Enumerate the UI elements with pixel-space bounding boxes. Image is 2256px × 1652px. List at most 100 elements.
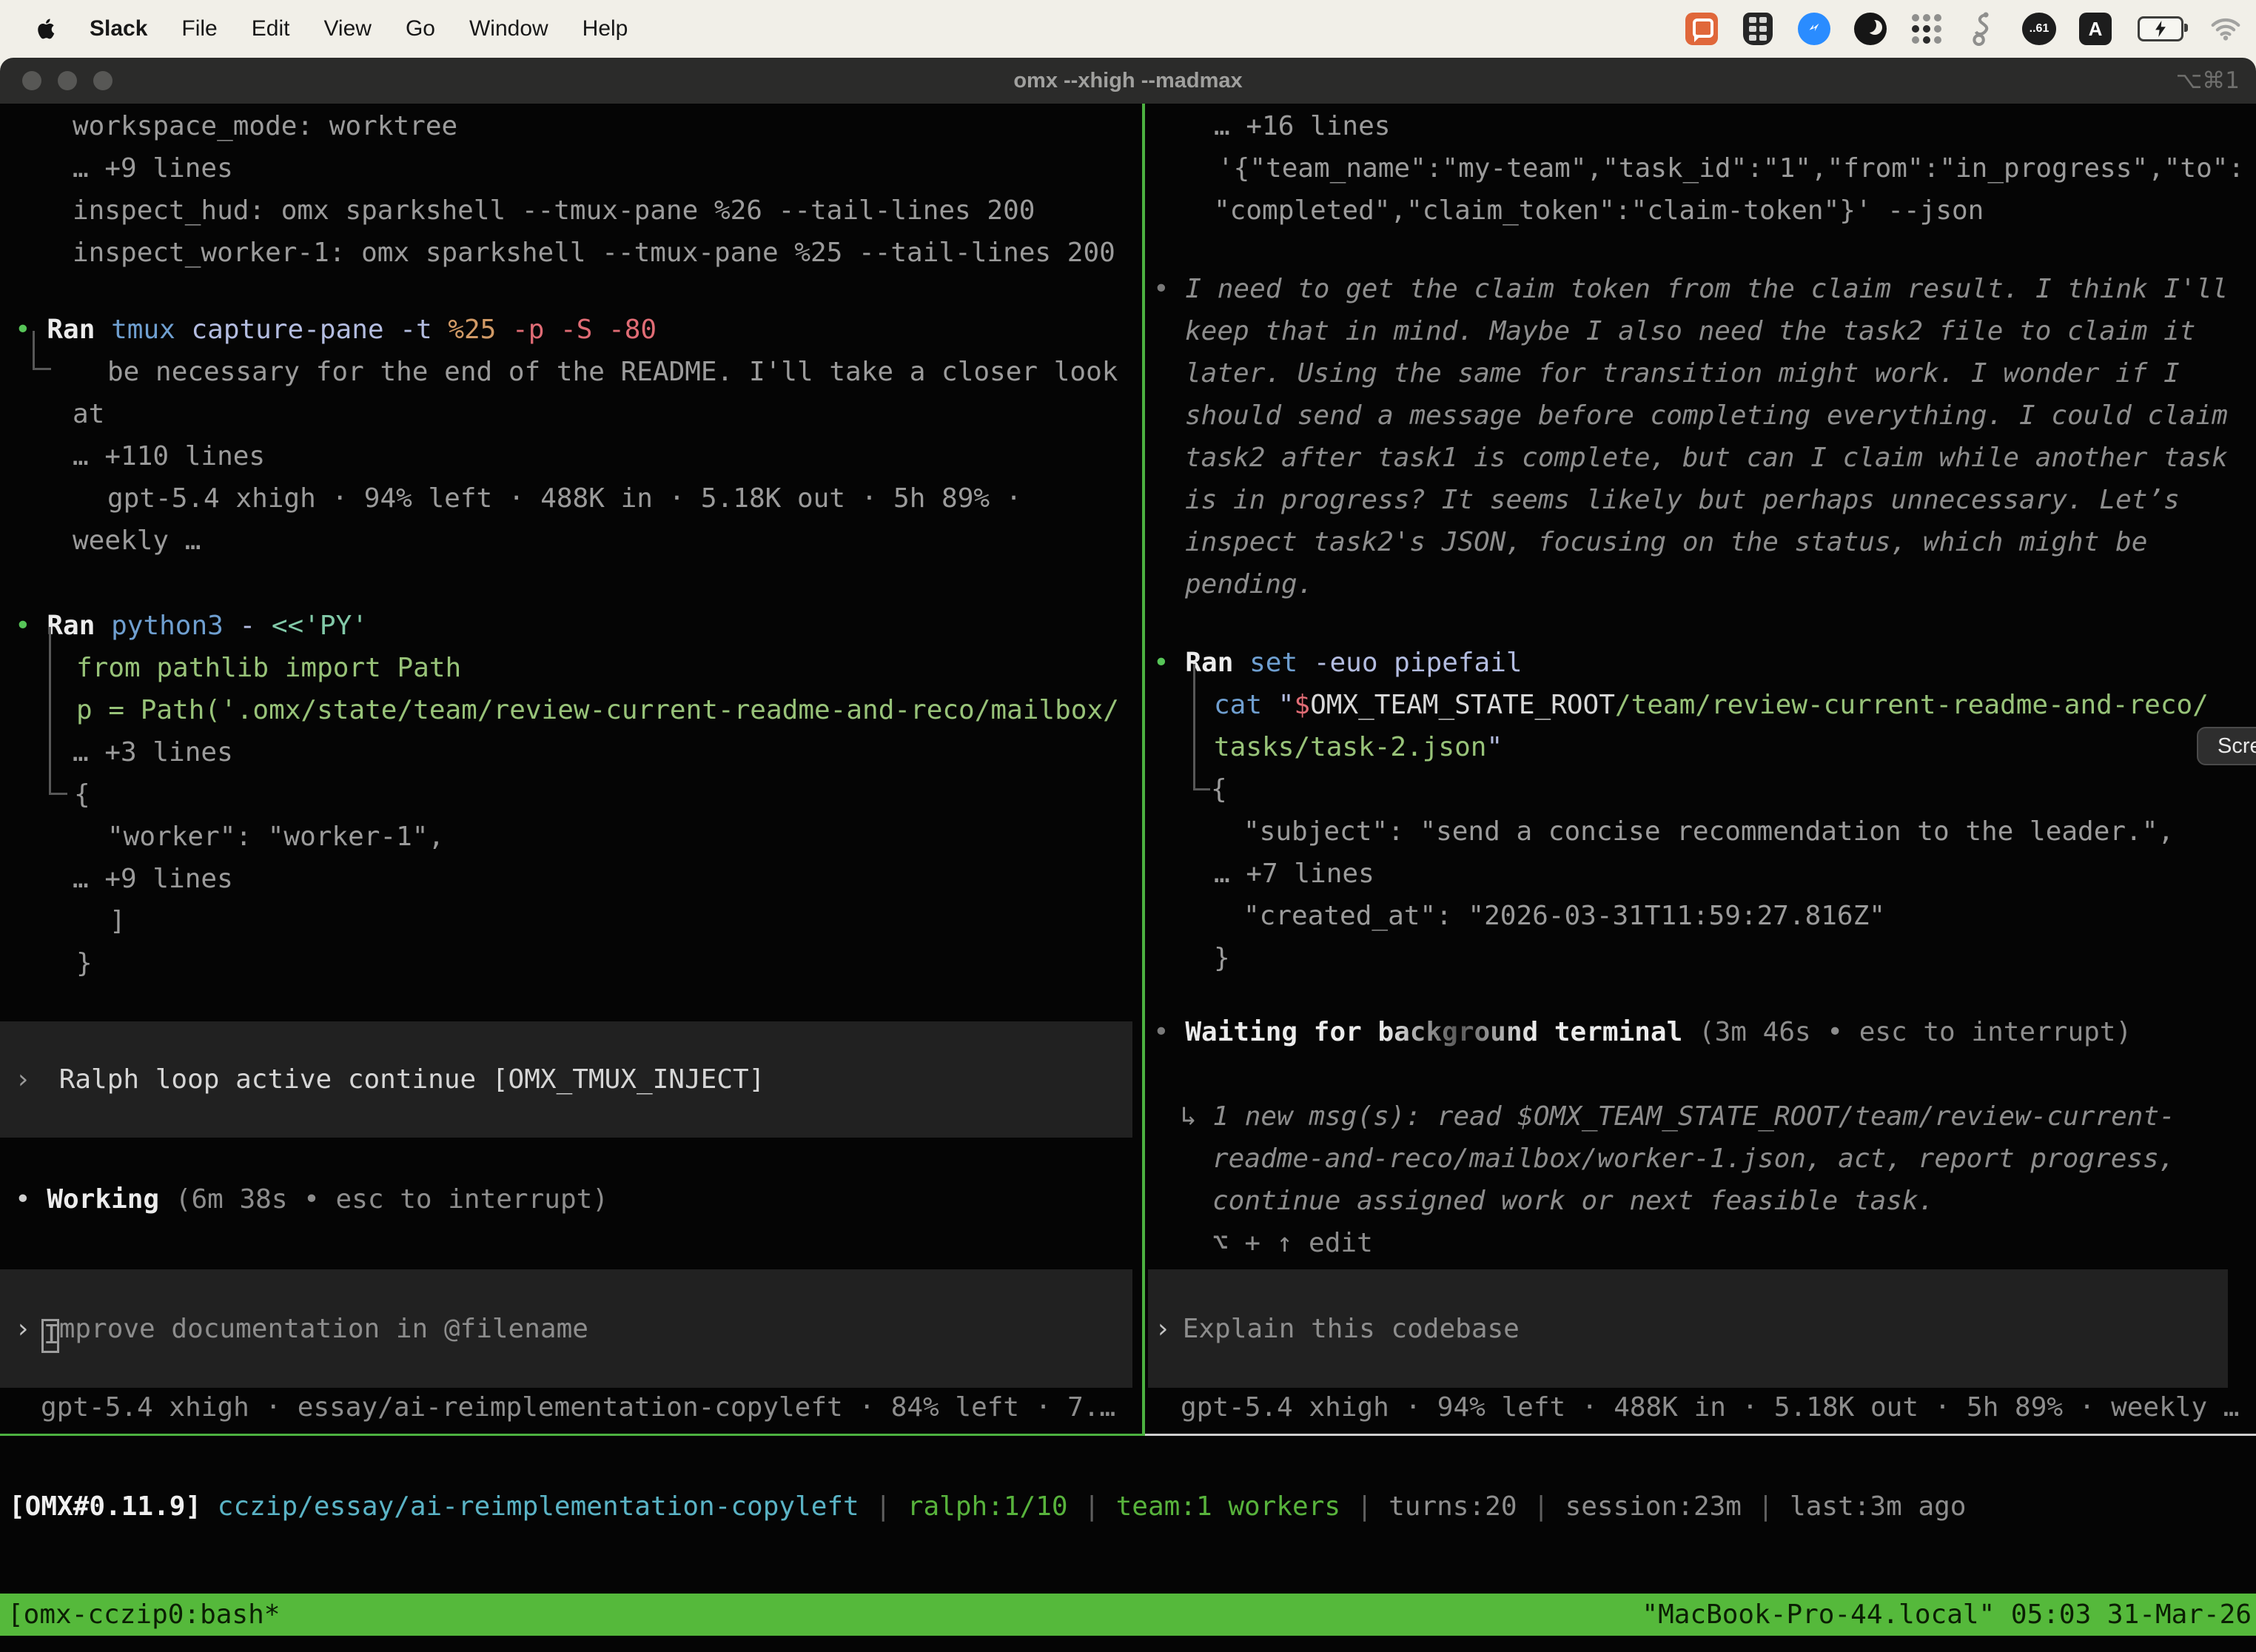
prompt-input-left[interactable]: › Improve documentation in @filename [0,1269,1132,1388]
waiting-status-line: • Waiting for background terminal (3m 46… [1153,1011,2132,1053]
session-status-right: gpt-5.4 xhigh · 94% left · 488K in · 5.1… [1181,1386,2239,1428]
output-line: be necessary for the end of the README. … [107,351,1118,393]
ralph-loop-text: Ralph loop active continue [OMX_TMUX_INJ… [59,1058,765,1101]
log-line: '{"team_name":"my-team","task_id":"1","f… [1218,147,2244,189]
omx-ralph-counter: ralph:1/10 [907,1491,1068,1522]
output-line: "created_at": "2026-03-31T11:59:27.816Z" [1243,895,1885,937]
ralph-loop-banner: › Ralph loop active continue [OMX_TMUX_I… [0,1021,1132,1138]
menu-app-name[interactable]: Slack [90,16,147,41]
quote: " [1278,690,1295,720]
input-source-icon[interactable]: A [2078,12,2112,46]
dots-grid-icon[interactable] [1910,12,1944,46]
tmux-window-label[interactable]: [omx-cczip0:bash* [7,1599,280,1630]
edit-hint: ⌥ + ↑ edit [1212,1222,1373,1264]
menu-window[interactable]: Window [469,16,548,41]
spinner-bullet-icon: • [1153,1017,1169,1047]
moon-app-icon[interactable] [1853,12,1887,46]
menu-bar-left: Slack File Edit View Go Window Help [0,16,628,41]
omx-last-activity: last:3m ago [1790,1491,1966,1522]
prompt-input-right[interactable]: › Explain this codebase [1148,1269,2228,1388]
block-cursor: I [41,1319,59,1353]
window-title: omx --xhigh --madmax [0,58,2256,104]
bullet-icon: • [15,611,31,641]
separator: | [1357,1491,1373,1522]
ran-label: Ran [47,315,95,345]
omx-version: [OMX#0.11.9] [9,1491,201,1522]
log-line: workspace_mode: worktree [73,105,457,147]
thinking-line: • I need to get the claim token from the… [1153,268,2228,310]
omx-turns: turns:20 [1389,1491,1517,1522]
log-line: inspect_hud: omx sparkshell --tmux-pane … [73,189,1035,232]
command-target: %25 [448,315,496,345]
thinking-line: inspect task2's JSON, focusing on the st… [1185,521,2147,563]
squiggle-icon[interactable] [1966,12,2000,46]
output-line: gpt-5.4 xhigh · 94% left · 488K in · 5.1… [107,477,1021,520]
output-line: } [1214,937,1230,979]
quote: " [1486,732,1503,762]
bullet-icon: • [15,315,31,345]
chat-app-icon[interactable] [1685,12,1719,46]
working-status-line: • Working (6m 38s • esc to interrupt) [15,1178,608,1220]
session-status-left: gpt-5.4 xhigh · essay/ai-reimplementatio… [41,1386,1115,1428]
omx-session-time: session:23m [1565,1491,1742,1522]
menu-view[interactable]: View [323,16,371,41]
thinking-line: keep that in mind. Maybe I also need the… [1185,310,2195,352]
menu-edit[interactable]: Edit [252,16,290,41]
separator: | [1533,1491,1549,1522]
grid-shield-icon[interactable] [1741,12,1775,46]
chevron-icon: › [15,1058,31,1101]
output-line: { [1211,768,1227,810]
messenger-icon[interactable] [1797,12,1831,46]
output-line: weekly … [73,520,201,562]
command-arg: capture-pane [191,315,383,345]
badge-61-icon[interactable]: ..61 [2022,12,2056,46]
bullet-icon: • [1153,648,1169,678]
prompt-chevron-icon: › [1155,1308,1171,1350]
tmux-status-bar: [omx-cczip0:bash* "MacBook-Pro-44.local"… [0,1594,2256,1636]
screenshot-tooltip-button[interactable]: Scre [2197,727,2256,765]
path-segment: /team/review-current-readme-and-reco/ [1615,690,2209,720]
apple-menu-icon[interactable] [37,17,57,41]
window-titlebar: omx --xhigh --madmax ⌥⌘1 [0,58,2256,104]
battery-charging-icon[interactable] [2135,12,2186,46]
menu-go[interactable]: Go [406,16,435,41]
notice-text: 1 new msg(s): read $OMX_TEAM_STATE_ROOT/… [1212,1101,2175,1132]
output-connector [33,331,51,370]
dollar-sign: $ [1294,690,1310,720]
thinking-line: pending. [1185,563,1313,605]
menu-file[interactable]: File [181,16,217,41]
tmux-host-clock: "MacBook-Pro-44.local" 05:03 31-Mar-26 [1642,1599,2252,1630]
working-label: Working [47,1184,159,1215]
log-line: … +16 lines [1214,105,1390,147]
thinking-line: task2 after task1 is complete, but can I… [1185,437,2228,479]
thinking-line: should send a message before completing … [1185,394,2228,437]
menu-bar-status-icons: ..61 A [1685,12,2243,46]
output-line: "subject": "send a concise recommendatio… [1243,810,2174,853]
mailbox-notice-line: readme-and-reco/mailbox/worker-1.json, a… [1212,1138,2175,1180]
path-segment: tasks/task-2.json [1214,732,1486,762]
tmux-pane-divider[interactable] [1142,104,1145,1436]
command-name: set [1249,648,1297,678]
wifi-icon[interactable] [2209,12,2243,46]
menu-help[interactable]: Help [583,16,628,41]
ran-command-line: • Ran tmux capture-pane -t %25 -p -S -80 [15,309,657,351]
output-connector [49,627,67,795]
working-detail: (6m 38s • esc to interrupt) [175,1184,608,1215]
log-line: inspect_worker-1: omx sparkshell --tmux-… [73,232,1115,274]
output-line: ] [110,900,126,942]
omx-project: cczip/essay/ai-reimplementation-copyleft [218,1491,859,1522]
output-line: } [76,942,93,984]
omx-team-workers: team:1 workers [1116,1491,1340,1522]
right-pane-border [1145,1434,2256,1436]
command-args: -euo pipefail [1314,648,1523,678]
window-shortcut-label: ⌥⌘1 [2176,58,2240,104]
ran-command-line: • Ran python3 - <<'PY' [15,605,368,647]
mailbox-notice-line: continue assigned work or next feasible … [1212,1180,1934,1222]
code-line: tasks/task-2.json" [1214,726,1503,768]
output-line: … +110 lines [73,435,265,477]
output-line: "worker": "worker-1", [107,816,444,858]
return-arrow-icon: ↳ [1181,1101,1197,1132]
code-line: cat "$OMX_TEAM_STATE_ROOT/team/review-cu… [1214,684,2209,726]
log-line: … +9 lines [73,147,233,189]
thinking-line: later. Using the same for transition mig… [1185,352,2180,394]
